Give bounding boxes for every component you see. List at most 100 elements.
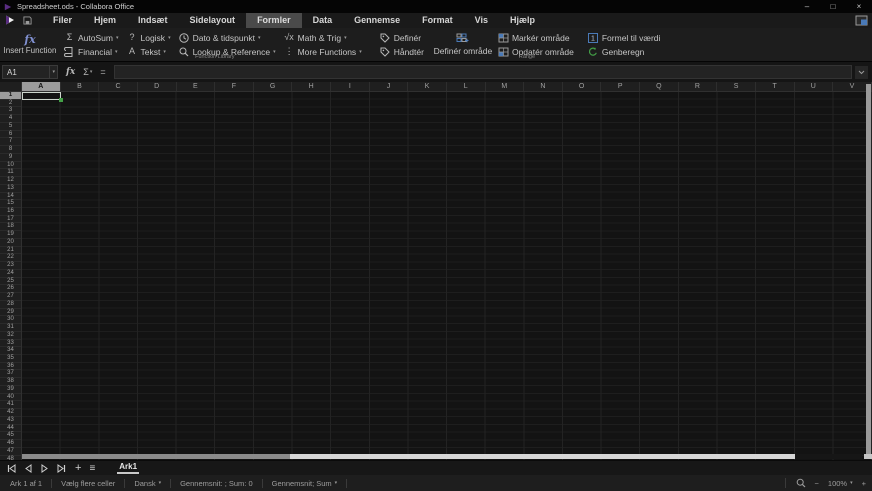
column-header-N[interactable]: N xyxy=(524,82,563,91)
column-header-C[interactable]: C xyxy=(99,82,138,91)
math-trig-button[interactable]: √x Math & Trig ▾ xyxy=(284,31,362,44)
language-selector[interactable]: Dansk ▾ xyxy=(125,478,172,488)
row-header-39[interactable]: 39 xyxy=(0,386,21,394)
zoom-icon[interactable] xyxy=(796,478,806,488)
menu-tab-gennemse[interactable]: Gennemse xyxy=(343,13,411,28)
row-header-16[interactable]: 16 xyxy=(0,208,21,216)
chevron-down-icon[interactable]: ▾ xyxy=(49,66,57,78)
row-header-47[interactable]: 47 xyxy=(0,448,21,456)
row-header-23[interactable]: 23 xyxy=(0,262,21,270)
row-header-9[interactable]: 9 xyxy=(0,154,21,162)
column-header-U[interactable]: U xyxy=(795,82,834,91)
row-header-35[interactable]: 35 xyxy=(0,355,21,363)
horizontal-scrollbar[interactable] xyxy=(22,454,862,459)
row-header-5[interactable]: 5 xyxy=(0,123,21,131)
row-header-18[interactable]: 18 xyxy=(0,223,21,232)
definer-omraade-button[interactable]: Definér område xyxy=(434,33,492,56)
last-sheet-button[interactable] xyxy=(57,463,66,473)
previous-sheet-button[interactable] xyxy=(25,463,32,473)
row-header-2[interactable]: 2 xyxy=(0,100,21,108)
sheet-tab-ark1[interactable]: Ark1 xyxy=(117,462,140,474)
row-header-6[interactable]: 6 xyxy=(0,131,21,139)
row-header-36[interactable]: 36 xyxy=(0,363,21,371)
row-header-34[interactable]: 34 xyxy=(0,347,21,355)
row-header-29[interactable]: 29 xyxy=(0,309,21,317)
menu-tab-hjem[interactable]: Hjem xyxy=(83,13,127,28)
logisk-button[interactable]: ? Logisk ▾ xyxy=(126,31,170,44)
row-header-14[interactable]: 14 xyxy=(0,193,21,201)
row-header-17[interactable]: 17 xyxy=(0,216,21,224)
next-sheet-button[interactable] xyxy=(41,463,48,473)
notebookbar-toggle-icon[interactable] xyxy=(855,15,868,26)
select-all-corner[interactable] xyxy=(0,82,22,91)
column-header-I[interactable]: I xyxy=(331,82,370,91)
cell-area[interactable] xyxy=(22,92,872,460)
column-header-L[interactable]: L xyxy=(447,82,486,91)
zoom-level[interactable]: 100% ▾ xyxy=(828,479,853,488)
row-header-42[interactable]: 42 xyxy=(0,409,21,417)
row-header-3[interactable]: 3 xyxy=(0,107,21,116)
column-header-K[interactable]: K xyxy=(408,82,447,91)
row-header-37[interactable]: 37 xyxy=(0,370,21,379)
row-header-46[interactable]: 46 xyxy=(0,440,21,448)
row-header-26[interactable]: 26 xyxy=(0,285,21,294)
menu-tab-formler[interactable]: Formler xyxy=(246,13,302,28)
row-header-28[interactable]: 28 xyxy=(0,301,21,309)
row-header-7[interactable]: 7 xyxy=(0,138,21,147)
row-header-41[interactable]: 41 xyxy=(0,401,21,410)
column-header-H[interactable]: H xyxy=(292,82,331,91)
menu-tab-vis[interactable]: Vis xyxy=(464,13,499,28)
expand-formula-bar-button[interactable] xyxy=(854,65,868,79)
row-header-27[interactable]: 27 xyxy=(0,293,21,301)
haandter-button[interactable]: Håndtér xyxy=(380,45,424,58)
row-header-20[interactable]: 20 xyxy=(0,239,21,247)
column-header-B[interactable]: B xyxy=(61,82,100,91)
name-box[interactable]: A1 ▾ xyxy=(2,65,58,79)
sheet-info[interactable]: Ark 1 af 1 xyxy=(0,478,53,488)
column-header-F[interactable]: F xyxy=(215,82,254,91)
menu-tab-hjælp[interactable]: Hjælp xyxy=(499,13,546,28)
column-header-J[interactable]: J xyxy=(370,82,409,91)
column-header-T[interactable]: T xyxy=(756,82,795,91)
horizontal-scrollbar-thumb[interactable] xyxy=(290,454,795,459)
column-header-P[interactable]: P xyxy=(601,82,640,91)
menu-tab-format[interactable]: Format xyxy=(411,13,464,28)
row-header-31[interactable]: 31 xyxy=(0,324,21,332)
autosum-button[interactable]: Σ AutoSum ▾ xyxy=(64,31,119,44)
sheet-list-icon[interactable]: ≡ xyxy=(89,463,95,474)
formula-input[interactable] xyxy=(113,65,852,79)
row-header-13[interactable]: 13 xyxy=(0,185,21,193)
column-header-M[interactable]: M xyxy=(486,82,525,91)
add-sheet-button[interactable]: + xyxy=(75,462,81,475)
row-header-15[interactable]: 15 xyxy=(0,200,21,209)
row-header-22[interactable]: 22 xyxy=(0,254,21,263)
column-header-S[interactable]: S xyxy=(717,82,756,91)
row-header-44[interactable]: 44 xyxy=(0,425,21,433)
selection-mode[interactable]: Vælg flere celler xyxy=(52,478,126,488)
row-header-1[interactable]: 1 xyxy=(0,92,21,100)
menu-tab-data[interactable]: Data xyxy=(302,13,344,28)
row-header-19[interactable]: 19 xyxy=(0,231,21,239)
minimize-button[interactable]: – xyxy=(794,0,820,13)
menu-tab-filer[interactable]: Filer xyxy=(42,13,83,28)
fill-handle[interactable] xyxy=(59,98,63,102)
sum-icon[interactable]: Σ ▾ xyxy=(83,67,92,77)
dato-tidspunkt-button[interactable]: Dato & tidspunkt ▾ xyxy=(178,31,276,44)
row-header-4[interactable]: 4 xyxy=(0,115,21,123)
marker-omraade-button[interactable]: Markér område xyxy=(498,31,574,44)
zoom-in-button[interactable]: + xyxy=(862,479,866,488)
row-header-21[interactable]: 21 xyxy=(0,247,21,255)
vertical-scrollbar[interactable] xyxy=(866,84,871,454)
row-header-30[interactable]: 30 xyxy=(0,316,21,325)
row-header-8[interactable]: 8 xyxy=(0,146,21,154)
row-header-25[interactable]: 25 xyxy=(0,278,21,286)
maximize-button[interactable]: □ xyxy=(820,0,846,13)
close-button[interactable]: × xyxy=(846,0,872,13)
column-header-D[interactable]: D xyxy=(138,82,177,91)
row-header-38[interactable]: 38 xyxy=(0,378,21,386)
formel-til-vaerdi-button[interactable]: 1 Formel til værdi xyxy=(587,31,660,44)
column-header-O[interactable]: O xyxy=(563,82,602,91)
row-header-43[interactable]: 43 xyxy=(0,417,21,425)
insert-function-button[interactable]: fx Insert Function xyxy=(0,28,60,61)
column-header-R[interactable]: R xyxy=(679,82,718,91)
